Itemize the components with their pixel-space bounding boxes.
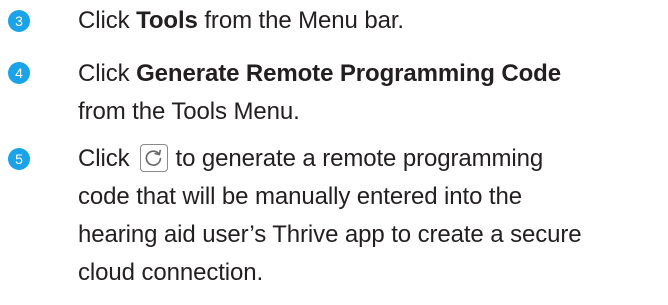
step-line: Click Generate Remote Programming Code xyxy=(78,55,668,93)
step-text: Click to generate a remote programming co… xyxy=(78,140,668,292)
step-line: code that will be manually entered into … xyxy=(78,183,522,210)
step-number-badge: 5 xyxy=(8,148,30,170)
step-text-plain: to generate a remote programming xyxy=(175,145,544,172)
step-number-badge: 4 xyxy=(8,62,30,84)
step-text-plain: from the Menu bar. xyxy=(197,7,404,34)
step-text-bold: Generate Remote Programming Code xyxy=(136,60,561,87)
step-text-plain: Click xyxy=(78,7,137,34)
step-line: cloud connection. xyxy=(78,259,264,286)
step-line: from the Tools Menu. xyxy=(78,98,300,125)
step-text-bold: Tools xyxy=(136,7,198,34)
refresh-icon xyxy=(139,143,168,172)
step-number-badge: 3 xyxy=(8,10,30,32)
step-text: Click Generate Remote Programming Code f… xyxy=(78,55,668,131)
step-line: Click to generate a remote programming xyxy=(78,140,668,178)
step-text-plain: Click xyxy=(78,60,137,87)
step-line: hearing aid user’s Thrive app to create … xyxy=(78,221,582,248)
step-text: Click Tools from the Menu bar. xyxy=(78,2,668,40)
step-text-plain: Click xyxy=(78,145,130,172)
